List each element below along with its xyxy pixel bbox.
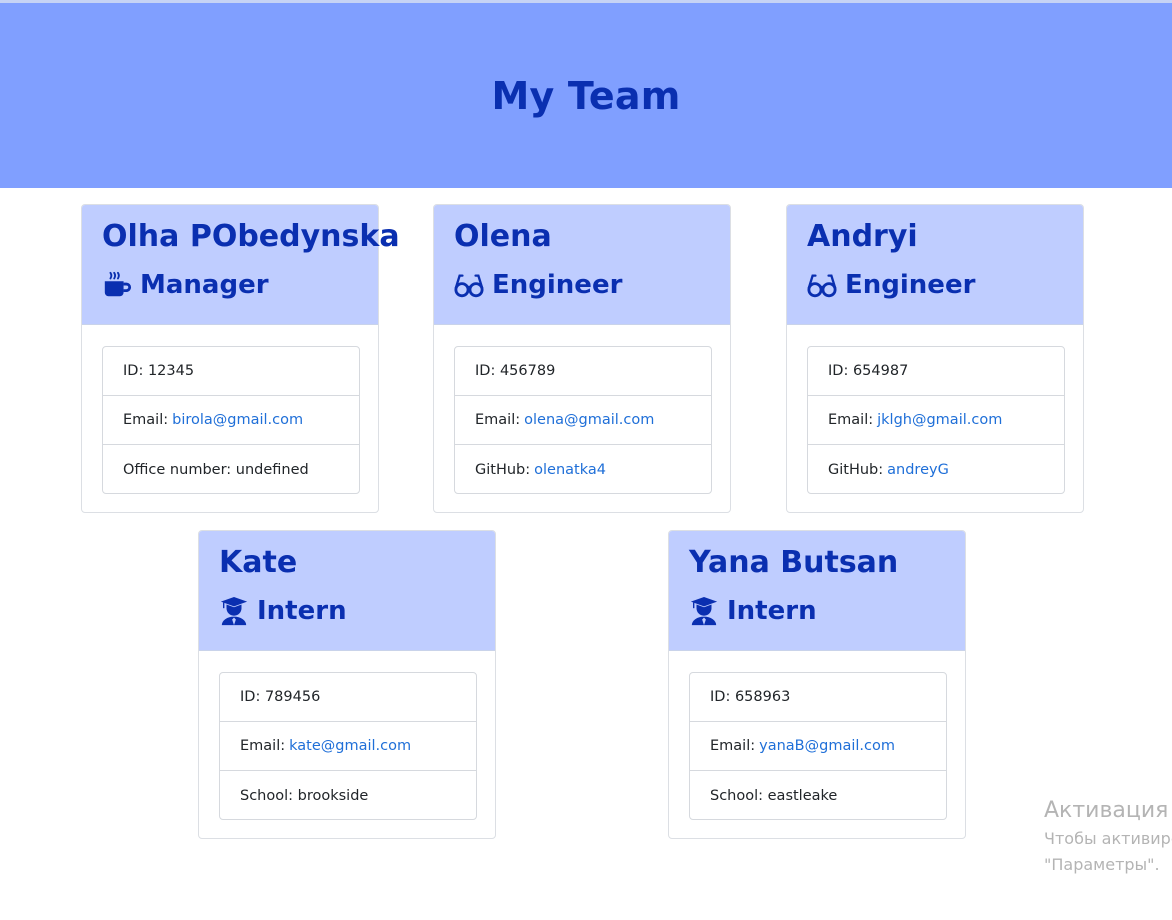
employee-details: ID: 456789 Email: olena@gmail.com GitHub:… <box>454 346 712 494</box>
employee-card-engineer: Andryi Engineer ID: 654987 Email: jklgh@g… <box>786 204 1084 513</box>
employee-name: Yana Butsan <box>689 545 899 580</box>
employee-id: ID: 658963 <box>690 673 946 722</box>
email-link[interactable]: birola@gmail.com <box>172 412 303 428</box>
employee-id: ID: 456789 <box>455 347 711 396</box>
graduate-icon <box>219 596 249 626</box>
page-title: My Team <box>491 73 681 118</box>
employee-card-intern: Kate Intern ID: 789456 Email: kate@gmail.… <box>198 530 496 839</box>
employee-email: Email: olena@gmail.com <box>455 396 711 445</box>
watermark-line-1: Чтобы активиро <box>1044 829 1172 848</box>
employee-id: ID: 654987 <box>808 347 1064 396</box>
employee-github: GitHub: andreyG <box>828 461 949 478</box>
role-label: Intern <box>727 596 817 626</box>
employee-role: Intern <box>219 595 347 627</box>
card-header: Olena Engineer <box>434 205 730 325</box>
employee-card-manager: Olha PObedynska Manager ID: 12345 Email:… <box>81 204 400 513</box>
role-label: Engineer <box>845 270 976 300</box>
employee-github: GitHub: olenatka4 <box>475 461 606 478</box>
employee-office-number: Office number: undefined <box>123 461 309 478</box>
github-link[interactable]: andreyG <box>887 462 949 478</box>
employee-card-engineer: Olena Engineer ID: 456789 Email: olena@gm… <box>433 204 731 513</box>
employee-name: Kate <box>219 545 298 580</box>
employee-role: Engineer <box>454 269 622 301</box>
employee-email: Email: birola@gmail.com <box>103 396 359 445</box>
employee-details: ID: 789456 Email: kate@gmail.com School: … <box>219 672 477 820</box>
watermark-line-2: "Параметры". <box>1044 855 1160 874</box>
employee-card-intern: Yana Butsan Intern ID: 658963 Email: yana… <box>668 530 966 839</box>
watermark-title: Активация <box>1044 798 1169 823</box>
card-header: Kate Intern <box>199 531 495 651</box>
employee-school: School: brookside <box>240 787 369 804</box>
employee-name: Andryi <box>807 219 918 254</box>
role-label: Manager <box>140 270 269 300</box>
card-header: Olha PObedynska Manager <box>82 205 400 325</box>
employee-role: Manager <box>102 269 269 301</box>
email-link[interactable]: kate@gmail.com <box>289 738 411 754</box>
card-header: Yana Butsan Intern <box>669 531 965 651</box>
employee-role: Engineer <box>807 269 975 301</box>
email-link[interactable]: yanaB@gmail.com <box>759 738 895 754</box>
glasses-icon <box>454 270 484 300</box>
email-link[interactable]: jklgh@gmail.com <box>877 412 1002 428</box>
employee-id: ID: 12345 <box>103 347 359 396</box>
employee-name: Olena <box>454 219 552 254</box>
employee-email: Email: kate@gmail.com <box>220 722 476 771</box>
email-link[interactable]: olena@gmail.com <box>524 412 654 428</box>
employee-details: ID: 654987 Email: jklgh@gmail.com GitHub:… <box>807 346 1065 494</box>
glasses-icon <box>807 270 837 300</box>
graduate-icon <box>689 596 719 626</box>
page-header: My Team <box>0 3 1172 188</box>
employee-role: Intern <box>689 595 817 627</box>
windows-activation-watermark: Активация Чтобы активиро "Параметры". <box>1044 796 1172 878</box>
role-label: Engineer <box>492 270 623 300</box>
coffee-mug-icon <box>102 270 132 300</box>
employee-details: ID: 658963 Email: yanaB@gmail.com School:… <box>689 672 947 820</box>
employee-school: School: eastleake <box>710 787 838 804</box>
employee-name: Olha PObedynska <box>102 219 400 254</box>
github-link[interactable]: olenatka4 <box>534 462 606 478</box>
employee-id: ID: 789456 <box>220 673 476 722</box>
employee-email: Email: yanaB@gmail.com <box>690 722 946 771</box>
role-label: Intern <box>257 596 347 626</box>
card-header: Andryi Engineer <box>787 205 1083 325</box>
employee-email: Email: jklgh@gmail.com <box>808 396 1064 445</box>
employee-details: ID: 12345 Email: birola@gmail.com Office … <box>102 346 360 494</box>
